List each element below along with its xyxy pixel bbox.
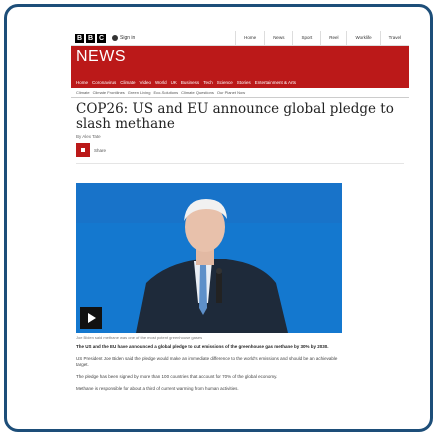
article-paragraph: The pledge has been signed by more than … <box>76 374 278 379</box>
top-nav-item[interactable]: Worklife <box>346 31 379 45</box>
news-nav-item[interactable]: Climate <box>120 80 135 85</box>
sub-nav: Climate Climate Frontlines Green Living … <box>71 88 409 98</box>
divider <box>76 163 404 164</box>
news-nav-item[interactable]: Science <box>217 80 233 85</box>
play-icon[interactable] <box>80 307 102 329</box>
news-header: NEWS Home Coronavirus Climate Video Worl… <box>71 46 409 88</box>
sub-nav-item[interactable]: Green Living <box>128 90 151 95</box>
bbc-top-bar: B B C Sign in Home News Sport Reel Workl… <box>71 31 409 46</box>
top-nav-item[interactable]: Reel <box>320 31 346 45</box>
news-nav-item[interactable]: Tech <box>203 80 213 85</box>
share-row: Share <box>76 143 404 157</box>
speaker-image <box>76 183 342 333</box>
article-paragraph: The US and the EU have announced a globa… <box>76 344 329 349</box>
news-nav-item[interactable]: Coronavirus <box>92 80 116 85</box>
article-byline: By Alex Tate <box>76 134 101 139</box>
news-nav-item[interactable]: Stories <box>237 80 251 85</box>
top-nav-item[interactable]: Sport <box>292 31 320 45</box>
news-nav-item[interactable]: Video <box>140 80 151 85</box>
sub-nav-item[interactable]: Climate Questions <box>181 90 214 95</box>
article-paragraph: Methane is responsible for about a third… <box>76 386 239 391</box>
news-nav-item[interactable]: Entertainment & Arts <box>255 80 296 85</box>
article-headline: COP26: US and EU announce global pledge … <box>76 101 394 132</box>
bbc-logo[interactable]: B B C <box>75 33 106 43</box>
sub-nav-item[interactable]: Climate Frontlines <box>93 90 125 95</box>
user-icon <box>112 35 118 41</box>
top-nav: Home News Sport Reel Worklife Travel <box>235 31 409 45</box>
sub-nav-item[interactable]: Eco-Solutions <box>153 90 178 95</box>
logo-letter-c: C <box>97 33 106 43</box>
news-nav-item[interactable]: Home <box>76 80 88 85</box>
news-nav-item[interactable]: UK <box>171 80 177 85</box>
article-page: B B C Sign in Home News Sport Reel Workl… <box>71 31 409 429</box>
article-paragraph: US President Joe Biden said the pledge w… <box>76 356 338 367</box>
news-nav-item[interactable]: Business <box>181 80 199 85</box>
logo-letter-b1: B <box>75 33 84 43</box>
news-nav: Home Coronavirus Climate Video World UK … <box>76 80 296 85</box>
signin-label: Sign in <box>120 35 136 41</box>
browser-window-frame: B B C Sign in Home News Sport Reel Workl… <box>4 4 433 432</box>
sub-nav-item[interactable]: Our Planet Now <box>217 90 245 95</box>
share-icon[interactable] <box>76 143 90 157</box>
sub-nav-item[interactable]: Climate <box>76 90 90 95</box>
article-body: The US and the EU have announced a globa… <box>76 344 342 398</box>
top-nav-item[interactable]: News <box>264 31 292 45</box>
news-title[interactable]: NEWS <box>76 48 126 66</box>
video-caption: Joe Biden said methane was one of the mo… <box>76 335 203 340</box>
top-nav-item[interactable]: Travel <box>379 31 409 45</box>
video-player[interactable] <box>76 183 342 333</box>
top-nav-item[interactable]: Home <box>235 31 264 45</box>
news-nav-item[interactable]: World <box>155 80 167 85</box>
share-label[interactable]: Share <box>94 148 106 153</box>
logo-letter-b2: B <box>86 33 95 43</box>
signin-link[interactable]: Sign in <box>112 35 135 41</box>
